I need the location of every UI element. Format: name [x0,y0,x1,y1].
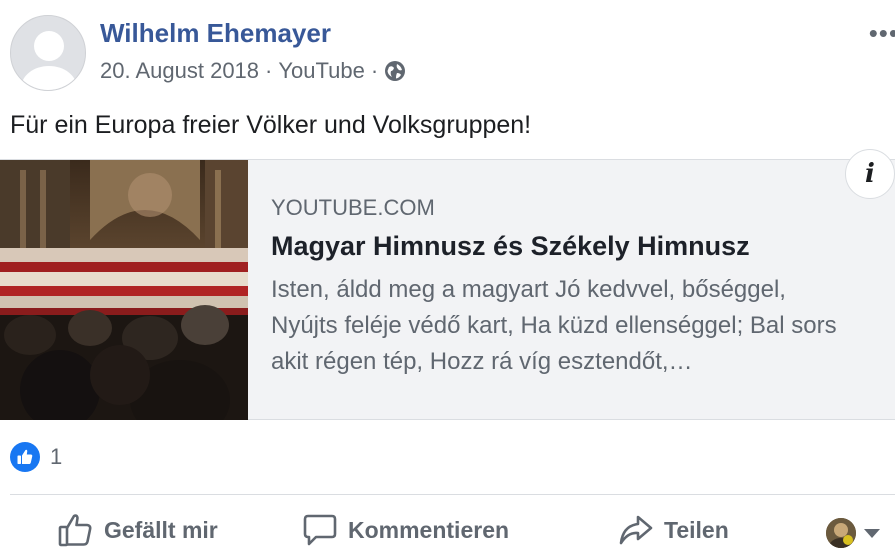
default-profile-icon [11,16,85,90]
like-reaction-icon [10,442,40,472]
info-button[interactable]: i [845,149,895,199]
post-meta: 20. August 2018 · YouTube · [100,58,406,84]
like-label: Gefällt mir [104,516,218,543]
share-label: Teilen [664,516,729,543]
thumbs-up-icon [17,449,33,464]
meta-separator: · [265,58,273,83]
comment-button[interactable]: Kommentieren [302,513,509,547]
post-text: Für ein Europa freier Völker und Volksgr… [10,111,532,139]
author-name[interactable]: Wilhelm Ehemayer [100,18,331,49]
share-button[interactable]: Teilen [618,513,729,547]
like-button[interactable]: Gefällt mir [58,513,218,547]
thumbnail-image [0,160,248,420]
post-date[interactable]: 20. August 2018 [100,58,259,84]
more-options-button[interactable]: ••• [869,18,895,49]
reaction-count: 1 [50,444,63,469]
description-line: Isten, áldd meg a magyart Jó kedvvel, bő… [271,276,786,303]
chevron-down-icon[interactable] [864,529,880,538]
reactions-summary[interactable]: 1 [10,442,62,472]
meta-separator: · [370,58,379,83]
thumbs-up-outline-icon [58,514,92,547]
globe-icon[interactable] [384,60,406,82]
posting-as-avatar[interactable] [826,518,856,548]
video-thumbnail[interactable] [0,160,248,420]
author-avatar[interactable] [10,15,86,91]
description-line: Nyújts feléje védő kart, Ha küzd ellensé… [271,312,837,339]
link-description: Isten, áldd meg a magyart Jó kedvvel, bő… [271,272,895,380]
description-line: akit régen tép, Hozz rá víg esztendőt,… [271,348,693,375]
link-preview-card[interactable]: YOUTUBE.COM Magyar Himnusz és Székely Hi… [0,159,895,420]
link-title[interactable]: Magyar Himnusz és Székely Himnusz [271,231,750,262]
action-divider [10,494,895,495]
comment-label: Kommentieren [348,516,510,543]
share-icon [619,515,653,545]
post-source[interactable]: YouTube [278,58,364,84]
user-avatar-image [826,518,856,548]
comment-icon [303,514,337,546]
link-domain: YOUTUBE.COM [271,195,435,220]
